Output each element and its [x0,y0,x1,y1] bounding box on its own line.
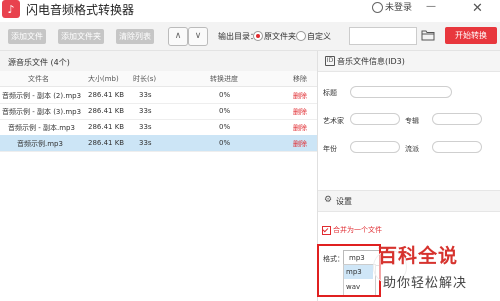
album-label: 专辑 [405,117,419,125]
artist-label: 艺术家 [323,117,344,125]
minimize-icon[interactable]: — [425,2,437,13]
file-duration: 33s [139,107,152,115]
add-file-button[interactable]: 添加文件 [8,29,46,44]
genre-field[interactable] [432,141,482,153]
remove-link[interactable]: 删除 [293,123,307,133]
music-note-icon: ♪ [2,0,20,18]
file-progress: 0% [219,123,231,131]
col-duration[interactable]: 时长(s) [133,74,156,84]
col-remove[interactable]: 移除 [293,74,307,84]
start-convert-button[interactable]: 开始转换 [445,27,497,44]
id3-title: 音乐文件信息(ID3) [337,57,405,66]
radio-custom-label: 自定义 [307,32,331,41]
file-size: 286.41 KB [88,91,125,99]
file-progress: 0% [219,139,231,147]
file-duration: 33s [139,123,152,131]
user-icon [372,2,383,13]
login-status[interactable]: 未登录 [372,0,412,13]
merge-checkbox[interactable] [322,226,331,235]
file-size: 286.41 KB [88,107,125,115]
move-down-button[interactable]: ∨ [188,27,208,46]
file-name: 音频示例 - 副本 (3).mp3 [2,108,82,116]
file-name: 音频示例 - 副本 (2).mp3 [2,92,82,100]
folder-icon[interactable] [421,29,435,41]
file-size: 286.41 KB [88,123,125,131]
gear-icon: ⚙ [324,195,333,205]
genre-label: 流派 [405,145,419,153]
file-progress: 0% [219,91,231,99]
highlight-callout-box [317,244,381,297]
file-duration: 33s [139,91,152,99]
title-field[interactable] [350,86,452,98]
file-list-title: 源音乐文件 (4个) [8,58,70,67]
file-name: 音频示例 - 副本.mp3 [8,124,75,132]
output-path-input[interactable] [349,27,417,45]
radio-source-folder-label: 原文件夹 [264,32,296,41]
year-label: 年份 [323,145,337,153]
year-field[interactable] [350,141,400,153]
file-progress: 0% [219,107,231,115]
title-label: 标题 [323,89,337,97]
login-label: 未登录 [385,3,413,13]
radio-custom[interactable] [296,31,306,41]
file-name: 音频示例.mp3 [17,140,63,148]
settings-title: 设置 [336,197,352,206]
col-progress[interactable]: 转换进度 [210,74,238,84]
remove-link[interactable]: 删除 [293,107,307,117]
artist-field[interactable] [350,113,400,125]
watermark-title: 百科全说 [378,245,459,267]
album-field[interactable] [432,113,482,125]
close-icon[interactable]: ✕ [472,1,483,16]
col-filename[interactable]: 文件名 [28,74,49,84]
id3-icon: ID [325,56,335,66]
app-title: 闪电音频格式转换器 [26,3,135,17]
clear-list-button[interactable]: 清除列表 [116,29,154,44]
watermark-subtitle: 助你轻松解决 [383,276,468,291]
remove-link[interactable]: 删除 [293,91,307,101]
merge-label: 合并为一个文件 [333,226,382,234]
add-folder-button[interactable]: 添加文件夹 [58,29,104,44]
col-size[interactable]: 大小(mb) [88,74,119,84]
file-duration: 33s [139,139,152,147]
move-up-button[interactable]: ∧ [168,27,188,46]
file-size: 286.41 KB [88,139,125,147]
output-dir-label: 输出目录： [218,32,258,41]
remove-link[interactable]: 删除 [293,139,307,149]
radio-source-folder[interactable] [253,31,263,41]
